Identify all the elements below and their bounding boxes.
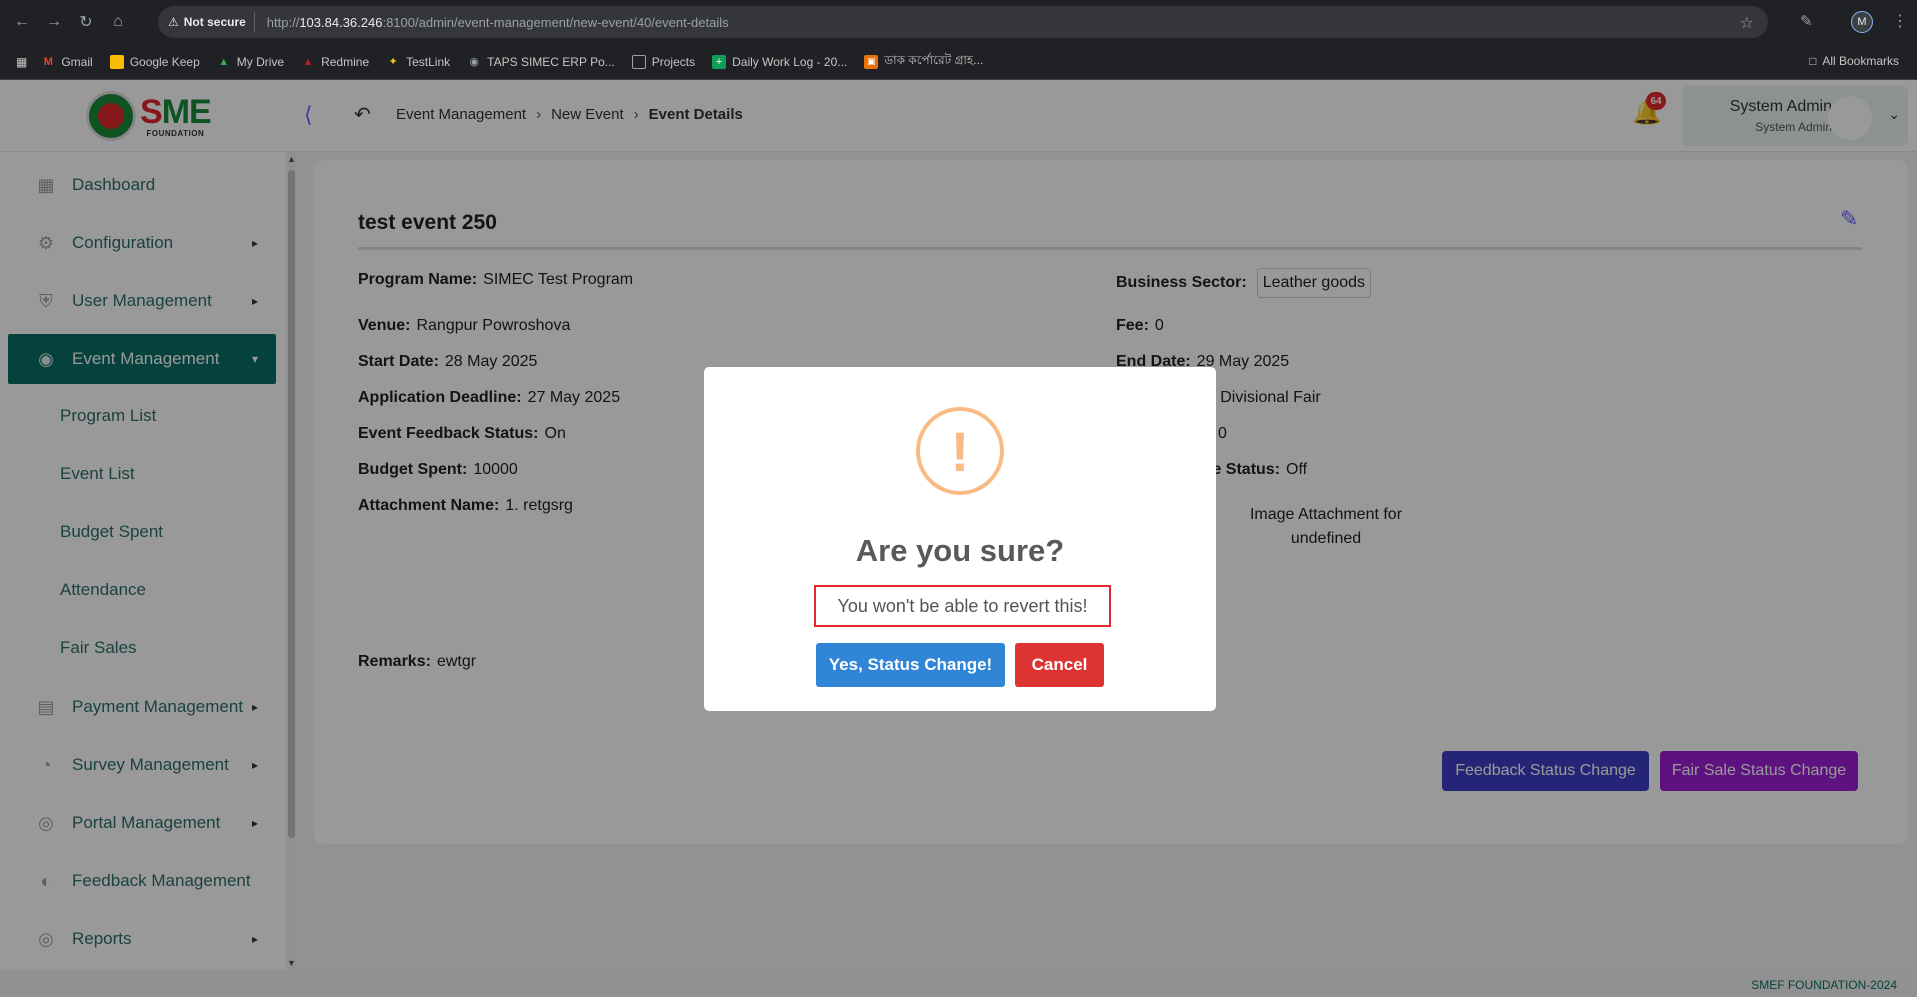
bookmark-dak[interactable]: ▣ ডাক কর্পোরেট গ্রাহ...	[864, 52, 983, 72]
extensions-icon[interactable]: ✎	[1800, 12, 1813, 30]
dialog-title: Are you sure?	[855, 533, 1065, 568]
bookmark-google-keep[interactable]: Google Keep	[109, 54, 200, 69]
confirm-status-change-button[interactable]: Yes, Status Change!	[816, 643, 1005, 687]
not-secure-indicator[interactable]: ⚠ Not secure	[168, 12, 255, 32]
dialog-message: You won't be able to revert this!	[814, 585, 1111, 627]
more-menu-icon[interactable]: ⋮	[1892, 11, 1908, 31]
testlink-icon: ✦	[388, 56, 398, 68]
dak-icon: ▣	[864, 54, 879, 69]
bookmark-my-drive[interactable]: ▲ My Drive	[217, 55, 284, 69]
bookmark-daily-work-log[interactable]: + Daily Work Log - 20...	[712, 54, 847, 69]
redmine-icon: ▲	[302, 55, 314, 68]
confirm-dialog: ! Are you sure? You won't be able to rev…	[704, 367, 1216, 711]
bookmark-redmine[interactable]: ▲ Redmine	[301, 55, 369, 69]
reload-icon[interactable]: ↻	[72, 8, 100, 36]
apps-grid-icon[interactable]: ▦	[16, 55, 27, 69]
folder-icon	[631, 54, 646, 69]
url-text[interactable]: http://103.84.36.246:8100/admin/event-ma…	[267, 15, 729, 30]
all-bookmarks[interactable]: □ All Bookmarks	[1809, 54, 1899, 68]
bookmark-gmail[interactable]: M Gmail	[41, 55, 93, 69]
bookmark-testlink[interactable]: ✦ TestLink	[386, 55, 451, 69]
profile-avatar[interactable]: M	[1851, 11, 1873, 33]
globe-icon: ◉	[469, 56, 479, 68]
bookmark-projects[interactable]: Projects	[631, 54, 695, 69]
warning-icon: !	[916, 407, 1004, 495]
home-icon[interactable]: ⌂	[104, 8, 132, 36]
bookmark-taps-erp[interactable]: ◉ TAPS SIMEC ERP Po...	[467, 55, 614, 69]
warning-triangle-icon: ⚠	[168, 15, 179, 29]
bookmarks-bar: ▦ M Gmail Google Keep ▲ My Drive ▲ Redmine …	[0, 44, 1917, 80]
back-arrow-icon[interactable]: ←	[8, 8, 36, 36]
forward-arrow-icon[interactable]: →	[40, 8, 68, 36]
cancel-button[interactable]: Cancel	[1015, 643, 1104, 687]
bookmark-star-icon[interactable]: ☆	[1740, 13, 1754, 33]
browser-toolbar: ← → ↻ ⌂ ⚠ Not secure http://103.84.36.24…	[0, 0, 1917, 44]
sheets-icon: +	[712, 54, 727, 69]
keep-icon	[109, 54, 124, 69]
drive-icon: ▲	[218, 55, 230, 68]
gmail-icon: M	[43, 55, 53, 68]
address-bar[interactable]: ⚠ Not secure http://103.84.36.246:8100/a…	[158, 6, 1768, 38]
folder-icon: □	[1809, 54, 1817, 68]
